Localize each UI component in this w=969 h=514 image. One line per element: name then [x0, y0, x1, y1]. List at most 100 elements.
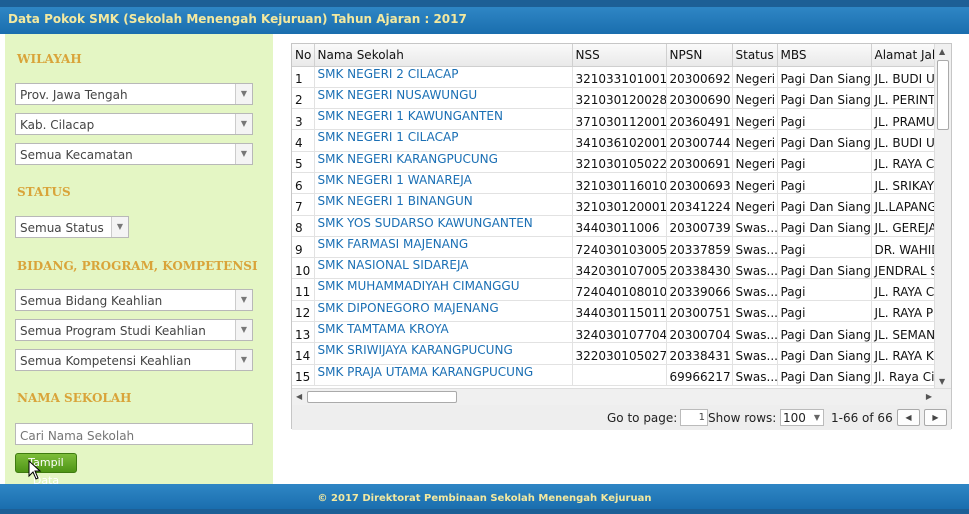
cell-no: 12 — [292, 300, 315, 323]
table-row[interactable]: 13 SMK TAMTAMA KROYA 324030107704 20300704 S… — [292, 321, 951, 344]
cell-npsn: 20300751 — [666, 300, 733, 323]
cell-nss: 342030107005 — [572, 257, 667, 280]
nama-sekolah-search-input[interactable] — [15, 423, 253, 445]
cell-nama[interactable]: SMK NASIONAL SIDAREJA — [314, 257, 573, 280]
status-label: STATUS — [17, 185, 71, 199]
provinsi-select[interactable]: Prov. Jawa Tengah ▼ — [15, 83, 253, 105]
cell-no: 3 — [292, 108, 315, 131]
cell-status: Negeri — [732, 108, 778, 131]
cell-nama[interactable]: SMK TAMTAMA KROYA — [314, 321, 573, 344]
horizontal-scroll-thumb[interactable] — [307, 391, 457, 403]
cell-nama[interactable]: SMK NEGERI 1 KAWUNGANTEN — [314, 108, 573, 131]
cell-npsn: 20341224 — [666, 193, 733, 216]
cell-npsn: 20338431 — [666, 342, 733, 365]
cell-nama[interactable]: SMK YOS SUDARSO KAWUNGANTEN — [314, 215, 573, 237]
record-range: 1-66 of 66 — [831, 411, 893, 425]
table-row[interactable]: 8 SMK YOS SUDARSO KAWUNGANTEN 34403011006 2… — [292, 215, 951, 237]
cell-nss: 341036102001 — [572, 129, 667, 152]
rows-per-page-value: 100 — [783, 411, 806, 425]
cell-status: Swas... — [732, 321, 778, 344]
col-status[interactable]: Status — [732, 44, 778, 67]
table-row[interactable]: 15 SMK PRAJA UTAMA KARANGPUCUNG 69966217 Sw… — [292, 364, 951, 386]
cell-nama[interactable]: SMK SRIWIJAYA KARANGPUCUNG — [314, 342, 573, 365]
vertical-scrollbar[interactable]: ▲ ▼ — [934, 44, 951, 388]
scroll-down-icon[interactable]: ▼ — [939, 377, 945, 386]
cell-status: Negeri — [732, 151, 778, 173]
status-select[interactable]: Semua Status ▼ — [15, 216, 129, 238]
table-row[interactable]: 14 SMK SRIWIJAYA KARANGPUCUNG 322030105027… — [292, 342, 951, 365]
cell-npsn: 20300690 — [666, 87, 733, 110]
program-select[interactable]: Semua Program Studi Keahlian ▼ — [15, 319, 253, 341]
cell-status: Swas... — [732, 236, 778, 259]
table-row[interactable]: 5 SMK NEGERI KARANGPUCUNG 321030105022 2030… — [292, 151, 951, 173]
table-row[interactable]: 7 SMK NEGERI 1 BINANGUN 321030120001 203412… — [292, 193, 951, 216]
scroll-right-icon[interactable]: ▶ — [926, 392, 932, 401]
cell-no: 9 — [292, 236, 315, 259]
dropdown-arrow-icon: ▼ — [235, 84, 252, 104]
cell-nss: 321030105022 — [572, 151, 667, 173]
cell-nama[interactable]: SMK NEGERI 1 BINANGUN — [314, 193, 573, 216]
cell-nama[interactable]: SMK DIPONEGORO MAJENANG — [314, 300, 573, 323]
bidang-label: BIDANG, PROGRAM, KOMPETENSI — [17, 259, 258, 273]
table-row[interactable]: 2 SMK NEGERI NUSAWUNGU 321030120028 2030069… — [292, 87, 951, 110]
cell-nss: 321030116010 — [572, 172, 667, 195]
dropdown-arrow-icon: ▼ — [813, 413, 820, 422]
bidang-value: Semua Bidang Keahlian — [20, 294, 163, 308]
cell-no: 13 — [292, 321, 315, 344]
cell-mbs: Pagi — [777, 236, 872, 259]
cell-status: Swas... — [732, 257, 778, 280]
col-mbs[interactable]: MBS — [777, 44, 872, 67]
vertical-scroll-thumb[interactable] — [937, 60, 949, 130]
table-row[interactable]: 12 SMK DIPONEGORO MAJENANG 344030115011 203… — [292, 300, 951, 323]
col-nss[interactable]: NSS — [572, 44, 667, 67]
cell-mbs: Pagi Dan Siang — [777, 321, 872, 344]
cell-mbs: Pagi Dan Siang — [777, 193, 872, 216]
cell-nama[interactable]: SMK NEGERI NUSAWUNGU — [314, 87, 573, 110]
table-row[interactable]: 4 SMK NEGERI 1 CILACAP 341036102001 2030074… — [292, 129, 951, 152]
cell-nama[interactable]: SMK NEGERI KARANGPUCUNG — [314, 151, 573, 173]
kecamatan-value: Semua Kecamatan — [20, 148, 133, 162]
horizontal-scrollbar[interactable]: ◀ ▶ — [292, 388, 951, 405]
tampil-data-button[interactable]: Tampil Data — [15, 453, 77, 487]
app-header: Data Pokok SMK (Sekolah Menengah Kejurua… — [0, 0, 969, 34]
cell-nss: 344030115011 — [572, 300, 667, 323]
cell-mbs: Pagi Dan Siang — [777, 215, 872, 237]
cell-npsn: 20300691 — [666, 151, 733, 173]
cell-nama[interactable]: SMK PRAJA UTAMA KARANGPUCUNG — [314, 364, 573, 386]
table-row[interactable]: 6 SMK NEGERI 1 WANAREJA 321030116010 203006… — [292, 172, 951, 195]
bidang-select[interactable]: Semua Bidang Keahlian ▼ — [15, 289, 253, 311]
rows-per-page-select[interactable]: 100 ▼ — [780, 409, 824, 426]
col-no[interactable]: No — [292, 44, 315, 67]
cell-mbs: Pagi — [777, 300, 872, 323]
cell-nama[interactable]: SMK FARMASI MAJENANG — [314, 236, 573, 259]
nama-sekolah-label: NAMA SEKOLAH — [17, 391, 132, 405]
scroll-up-icon[interactable]: ▲ — [939, 47, 945, 56]
cell-nama[interactable]: SMK NEGERI 2 CILACAP — [314, 66, 573, 88]
cell-nama[interactable]: SMK NEGERI 1 WANAREJA — [314, 172, 573, 195]
col-npsn[interactable]: NPSN — [666, 44, 733, 67]
cell-npsn: 20300692 — [666, 66, 733, 88]
cell-nama[interactable]: SMK NEGERI 1 CILACAP — [314, 129, 573, 152]
prev-page-button[interactable]: ◀ — [897, 409, 920, 426]
kecamatan-select[interactable]: Semua Kecamatan ▼ — [15, 143, 253, 165]
table-row[interactable]: 10 SMK NASIONAL SIDAREJA 342030107005 20338… — [292, 257, 951, 280]
cell-no: 7 — [292, 193, 315, 216]
kompetensi-select[interactable]: Semua Kompetensi Keahlian ▼ — [15, 349, 253, 371]
kabupaten-select[interactable]: Kab. Cilacap ▼ — [15, 113, 253, 135]
cell-mbs: Pagi — [777, 172, 872, 195]
table-row[interactable]: 9 SMK FARMASI MAJENANG 724030103005 2033785… — [292, 236, 951, 259]
table-row[interactable]: 3 SMK NEGERI 1 KAWUNGANTEN 371030112001 203… — [292, 108, 951, 131]
table-row[interactable]: 11 SMK MUHAMMADIYAH CIMANGGU 724040108010 2… — [292, 278, 951, 301]
col-nama-sekolah[interactable]: Nama Sekolah — [314, 44, 573, 67]
page-number-input[interactable]: 1 — [680, 409, 708, 426]
cell-nama[interactable]: SMK MUHAMMADIYAH CIMANGGU — [314, 278, 573, 301]
next-page-button[interactable]: ▶ — [924, 409, 947, 426]
table-row[interactable]: 1 SMK NEGERI 2 CILACAP 321033101001 2030069… — [292, 66, 951, 88]
kabupaten-value: Kab. Cilacap — [20, 118, 95, 132]
scroll-left-icon[interactable]: ◀ — [296, 392, 302, 401]
provinsi-value: Prov. Jawa Tengah — [20, 88, 128, 102]
goto-page-label: Go to page: — [607, 411, 678, 425]
cell-npsn: 20338430 — [666, 257, 733, 280]
cell-npsn: 69966217 — [666, 364, 733, 386]
cell-npsn: 20300744 — [666, 129, 733, 152]
